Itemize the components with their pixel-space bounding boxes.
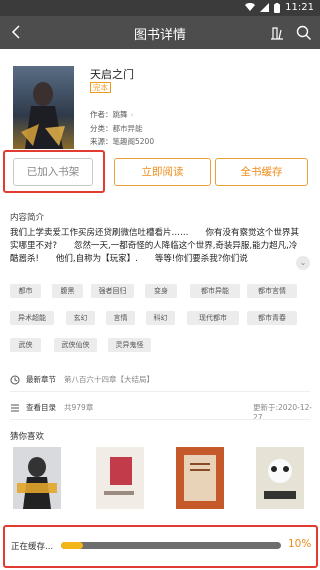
author-row[interactable]: 作者：跳舞 › bbox=[90, 109, 133, 120]
read-now-button[interactable]: 立即阅读 bbox=[114, 158, 211, 186]
search-icon[interactable] bbox=[295, 24, 313, 42]
tag-item[interactable]: 都市言情 bbox=[247, 284, 297, 298]
source-label: 来源： bbox=[90, 137, 113, 146]
divider bbox=[10, 391, 310, 392]
recommended-book-cover[interactable] bbox=[176, 447, 224, 509]
author-name: 跳舞 bbox=[112, 110, 128, 119]
tag-item[interactable]: 武侠 bbox=[10, 338, 41, 352]
recommend-heading: 猜你喜欢 bbox=[10, 432, 45, 442]
tag-item[interactable]: 科幻 bbox=[146, 311, 175, 325]
tag-item[interactable]: 灵异鬼怪 bbox=[108, 338, 151, 352]
tag-item[interactable]: 武侠仙侠 bbox=[54, 338, 97, 352]
expand-intro-icon[interactable]: ⌄ bbox=[296, 256, 310, 270]
book-title: 天启之门 bbox=[90, 68, 134, 81]
tag-item[interactable]: 腹黑 bbox=[52, 284, 83, 298]
cache-progress-track bbox=[61, 542, 281, 549]
tag-item[interactable]: 都市青春 bbox=[247, 311, 297, 325]
status-bar: 11:21 bbox=[0, 0, 320, 16]
clock-icon bbox=[10, 375, 20, 384]
latest-chapter-label: 最新章节 bbox=[26, 375, 56, 384]
tag-item[interactable]: 玄幻 bbox=[66, 311, 95, 325]
tag-item[interactable]: 现代都市 bbox=[187, 311, 239, 325]
tag-item[interactable]: 言情 bbox=[106, 311, 135, 325]
latest-chapter-row[interactable]: 最新章节 第八百六十四章【大结局】 bbox=[10, 374, 154, 385]
catalog-label: 查看目录 bbox=[26, 403, 56, 412]
catalog-row[interactable]: 查看目录 共979章 bbox=[10, 402, 93, 413]
recommended-book-cover[interactable] bbox=[256, 447, 304, 509]
tag-item[interactable]: 异术超能 bbox=[10, 311, 54, 325]
status-icons: 11:21 bbox=[245, 2, 314, 13]
category-label: 分类： bbox=[90, 124, 113, 133]
recommended-book-cover[interactable] bbox=[96, 447, 144, 509]
cache-progress-label: 正在缓存... bbox=[11, 542, 54, 552]
chevron-right-icon: › bbox=[130, 111, 134, 119]
top-nav-bar: 图书详情 bbox=[0, 16, 320, 49]
add-to-shelf-button[interactable]: 已加入书架 bbox=[13, 158, 93, 186]
wifi-icon bbox=[245, 3, 256, 11]
download-book-icon[interactable] bbox=[268, 24, 286, 42]
source-value: 笔趣阁5200 bbox=[112, 137, 155, 146]
intro-heading: 内容简介 bbox=[10, 213, 45, 223]
tag-item[interactable]: 都市 bbox=[10, 284, 41, 298]
book-status-badge: 完本 bbox=[90, 82, 111, 93]
cache-all-button[interactable]: 全书缓存 bbox=[215, 158, 308, 186]
latest-chapter-value: 第八百六十四章【大结局】 bbox=[64, 375, 154, 384]
source-row: 来源：笔趣阁5200 bbox=[90, 136, 154, 147]
cellular-signal-icon bbox=[260, 3, 270, 12]
category-value: 都市异能 bbox=[112, 124, 143, 133]
book-cover-image bbox=[13, 66, 74, 149]
author-label: 作者： bbox=[90, 110, 113, 119]
chevron-right-icon: › bbox=[300, 401, 304, 410]
list-icon bbox=[11, 404, 19, 411]
tag-item[interactable]: 强者回归 bbox=[91, 284, 134, 298]
chapter-count: 共979章 bbox=[64, 403, 94, 412]
intro-text: 我们上学卖爱工作买房还贷刷微信吐槽看片…… 你有没有察觉这个世界其实哪里不对? … bbox=[10, 228, 300, 264]
status-time: 11:21 bbox=[285, 2, 314, 13]
category-row: 分类：都市异能 bbox=[90, 123, 143, 134]
divider bbox=[10, 419, 310, 420]
tag-item[interactable]: 都市异能 bbox=[190, 284, 240, 298]
cache-progress-fill bbox=[61, 542, 83, 549]
battery-icon bbox=[274, 2, 281, 13]
recommended-book-cover[interactable] bbox=[13, 447, 61, 509]
tag-item[interactable]: 变身 bbox=[145, 284, 177, 298]
cache-progress-percent: 10% bbox=[288, 538, 312, 550]
